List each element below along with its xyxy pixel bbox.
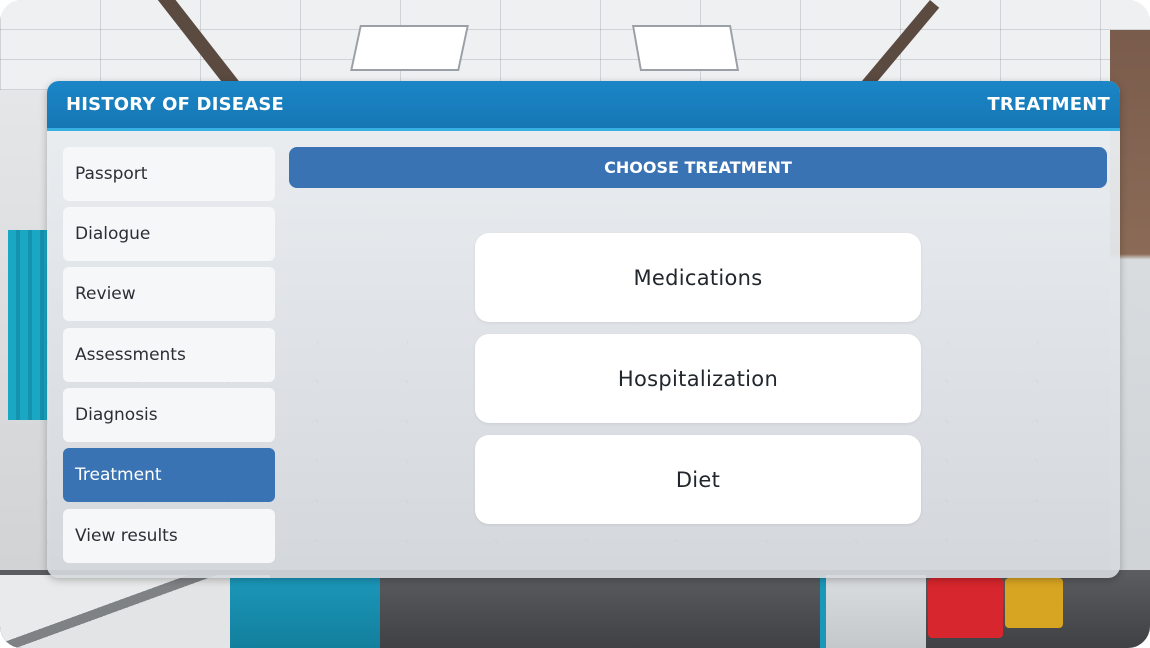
red-bin (928, 578, 1003, 638)
section-title: TREATMENT (987, 94, 1110, 115)
choose-treatment-heading: CHOOSE TREATMENT (289, 147, 1107, 188)
sidebar-item-assessments[interactable]: Assessments (63, 328, 275, 382)
sidebar-item-label: Diagnosis (75, 405, 158, 425)
sidebar-item-label: Dialogue (75, 224, 151, 244)
sidebar-item-review[interactable]: Review (63, 267, 275, 321)
hospital-scene-background: HISTORY OF DISEASE TREATMENT Passport Di… (0, 0, 1150, 648)
panel-title: HISTORY OF DISEASE (66, 94, 285, 115)
sidebar-item-label: Passport (75, 164, 148, 184)
sidebar-item-label: Review (75, 284, 136, 304)
diet-button[interactable]: Diet (475, 435, 921, 524)
cabinet (230, 578, 380, 648)
sidebar-item-view-results[interactable]: View results (63, 509, 275, 563)
sidebar-item-label: Assessments (75, 345, 186, 365)
hospitalization-button[interactable]: Hospitalization (475, 334, 921, 423)
sidebar-item-passport[interactable]: Passport (63, 147, 275, 201)
sidebar-item-label: Treatment (75, 465, 162, 485)
history-of-disease-panel: HISTORY OF DISEASE TREATMENT Passport Di… (47, 81, 1120, 578)
sidebar-item-dialogue[interactable]: Dialogue (63, 207, 275, 261)
medications-button[interactable]: Medications (475, 233, 921, 322)
panel-header: HISTORY OF DISEASE TREATMENT (47, 81, 1120, 131)
yellow-bin (1005, 578, 1063, 628)
ceiling-light (350, 25, 469, 71)
sidebar-item-diagnosis[interactable]: Diagnosis (63, 388, 275, 442)
curtain (8, 230, 48, 420)
ceiling-light (631, 25, 740, 71)
sidebar-item-treatment[interactable]: Treatment (63, 448, 275, 502)
counter-unit (820, 575, 926, 648)
sidebar-item-label: View results (75, 526, 178, 546)
